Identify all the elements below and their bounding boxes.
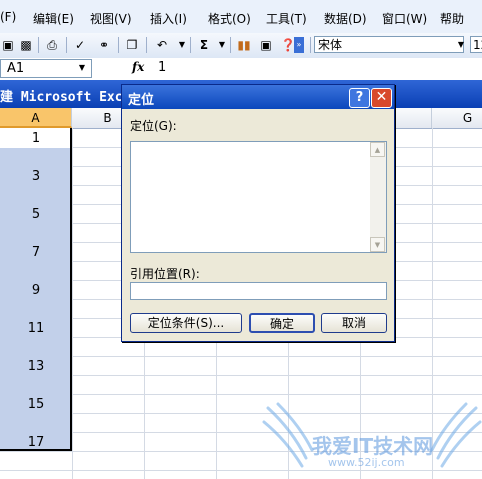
cell-a1[interactable]: 1	[0, 131, 72, 146]
toolbar-separator	[66, 37, 67, 53]
cell-a11[interactable]: 11	[0, 321, 72, 336]
toolbar-separator	[190, 37, 191, 53]
goto-label: 定位(G):	[130, 119, 177, 133]
scroll-up-icon[interactable]: ▲	[370, 142, 385, 157]
reference-label: 引用位置(R):	[130, 267, 200, 281]
cell-a17[interactable]: 17	[0, 435, 72, 450]
column-header-g[interactable]: G	[432, 108, 482, 128]
watermark-text: 我爱IT技术网	[312, 434, 434, 458]
column-header-a[interactable]: A	[0, 108, 72, 128]
toolbar-separator	[146, 37, 147, 53]
standard-toolbar: ▣ ▩ ⎙ ✓ ⚭ ❐ ↶ ▼ Σ ▼ ▮▮ ▣ ❓ » 宋体 ▼ 12	[0, 33, 482, 59]
dialog-help-button[interactable]: ?	[349, 88, 370, 108]
goto-dialog: 定位 ? ✕ 定位(G): ▲ ▼ 引用位置(R): 定位条件(S)... 确定…	[121, 84, 395, 342]
copy-icon[interactable]: ❐	[124, 37, 140, 53]
toolbar-separator	[230, 37, 231, 53]
toolbar-separator	[310, 37, 311, 53]
cell-a15[interactable]: 15	[0, 397, 72, 412]
goto-list[interactable]: ▲ ▼	[130, 141, 387, 253]
cell-a5[interactable]: 5	[0, 207, 72, 222]
menu-insert[interactable]: 插入(I)	[150, 10, 187, 27]
name-box-dropdown-icon[interactable]: ▼	[74, 59, 90, 76]
research-icon[interactable]: ⚭	[96, 37, 112, 53]
menu-format[interactable]: 格式(O)	[208, 10, 251, 27]
ok-button[interactable]: 确定	[249, 313, 315, 333]
print-icon[interactable]: ⎙	[44, 37, 60, 53]
cell-a13[interactable]: 13	[0, 359, 72, 374]
window-title: 建 Microsoft Exc	[0, 90, 123, 105]
watermark: 我爱IT技术网 www.52ij.com	[262, 400, 482, 479]
drawing-icon[interactable]: ▣	[258, 37, 274, 53]
goto-list-scrollbar[interactable]: ▲ ▼	[370, 142, 386, 252]
menu-window[interactable]: 窗口(W)	[382, 10, 427, 27]
menu-view[interactable]: 视图(V)	[90, 10, 132, 27]
font-name-box[interactable]: 宋体	[314, 36, 464, 53]
cell-a7[interactable]: 7	[0, 245, 72, 260]
menu-bar: (F) 编辑(E) 视图(V) 插入(I) 格式(O) 工具(T) 数据(D) …	[0, 0, 482, 34]
cell-a3[interactable]: 3	[0, 169, 72, 184]
toolbar-options-icon[interactable]: »	[294, 37, 304, 53]
menu-file[interactable]: (F)	[0, 10, 16, 24]
menu-edit[interactable]: 编辑(E)	[33, 10, 74, 27]
formula-input[interactable]: 1	[158, 60, 166, 75]
formula-bar: A1 ▼ fx 1	[0, 58, 482, 81]
toolbar-separator	[118, 37, 119, 53]
undo-dropdown-icon[interactable]: ▼	[174, 37, 190, 53]
toolbar-separator	[38, 37, 39, 53]
reference-input[interactable]	[130, 282, 387, 300]
undo-icon[interactable]: ↶	[154, 37, 170, 53]
spelling-icon[interactable]: ✓	[72, 37, 88, 53]
font-dropdown-icon[interactable]: ▼	[455, 36, 467, 53]
autosum-dropdown-icon[interactable]: ▼	[214, 37, 230, 53]
special-button[interactable]: 定位条件(S)...	[130, 313, 242, 333]
permission-icon[interactable]: ▩	[18, 37, 34, 53]
menu-tools[interactable]: 工具(T)	[266, 10, 307, 27]
menu-help[interactable]: 帮助	[440, 10, 464, 27]
scroll-down-icon[interactable]: ▼	[370, 237, 385, 252]
dialog-close-button[interactable]: ✕	[371, 88, 392, 108]
menu-data[interactable]: 数据(D)	[324, 10, 367, 27]
insert-function-icon[interactable]: fx	[132, 60, 144, 74]
chart-wizard-icon[interactable]: ▮▮	[236, 37, 252, 53]
dialog-title-bar[interactable]: 定位 ? ✕	[122, 85, 394, 109]
cell-a9[interactable]: 9	[0, 283, 72, 298]
cancel-button[interactable]: 取消	[321, 313, 387, 333]
watermark-url: www.52ij.com	[328, 456, 405, 469]
autosum-icon[interactable]: Σ	[196, 37, 212, 53]
dialog-title: 定位	[128, 93, 155, 108]
font-size-box[interactable]: 12	[470, 36, 482, 53]
save-icon[interactable]: ▣	[0, 37, 16, 53]
